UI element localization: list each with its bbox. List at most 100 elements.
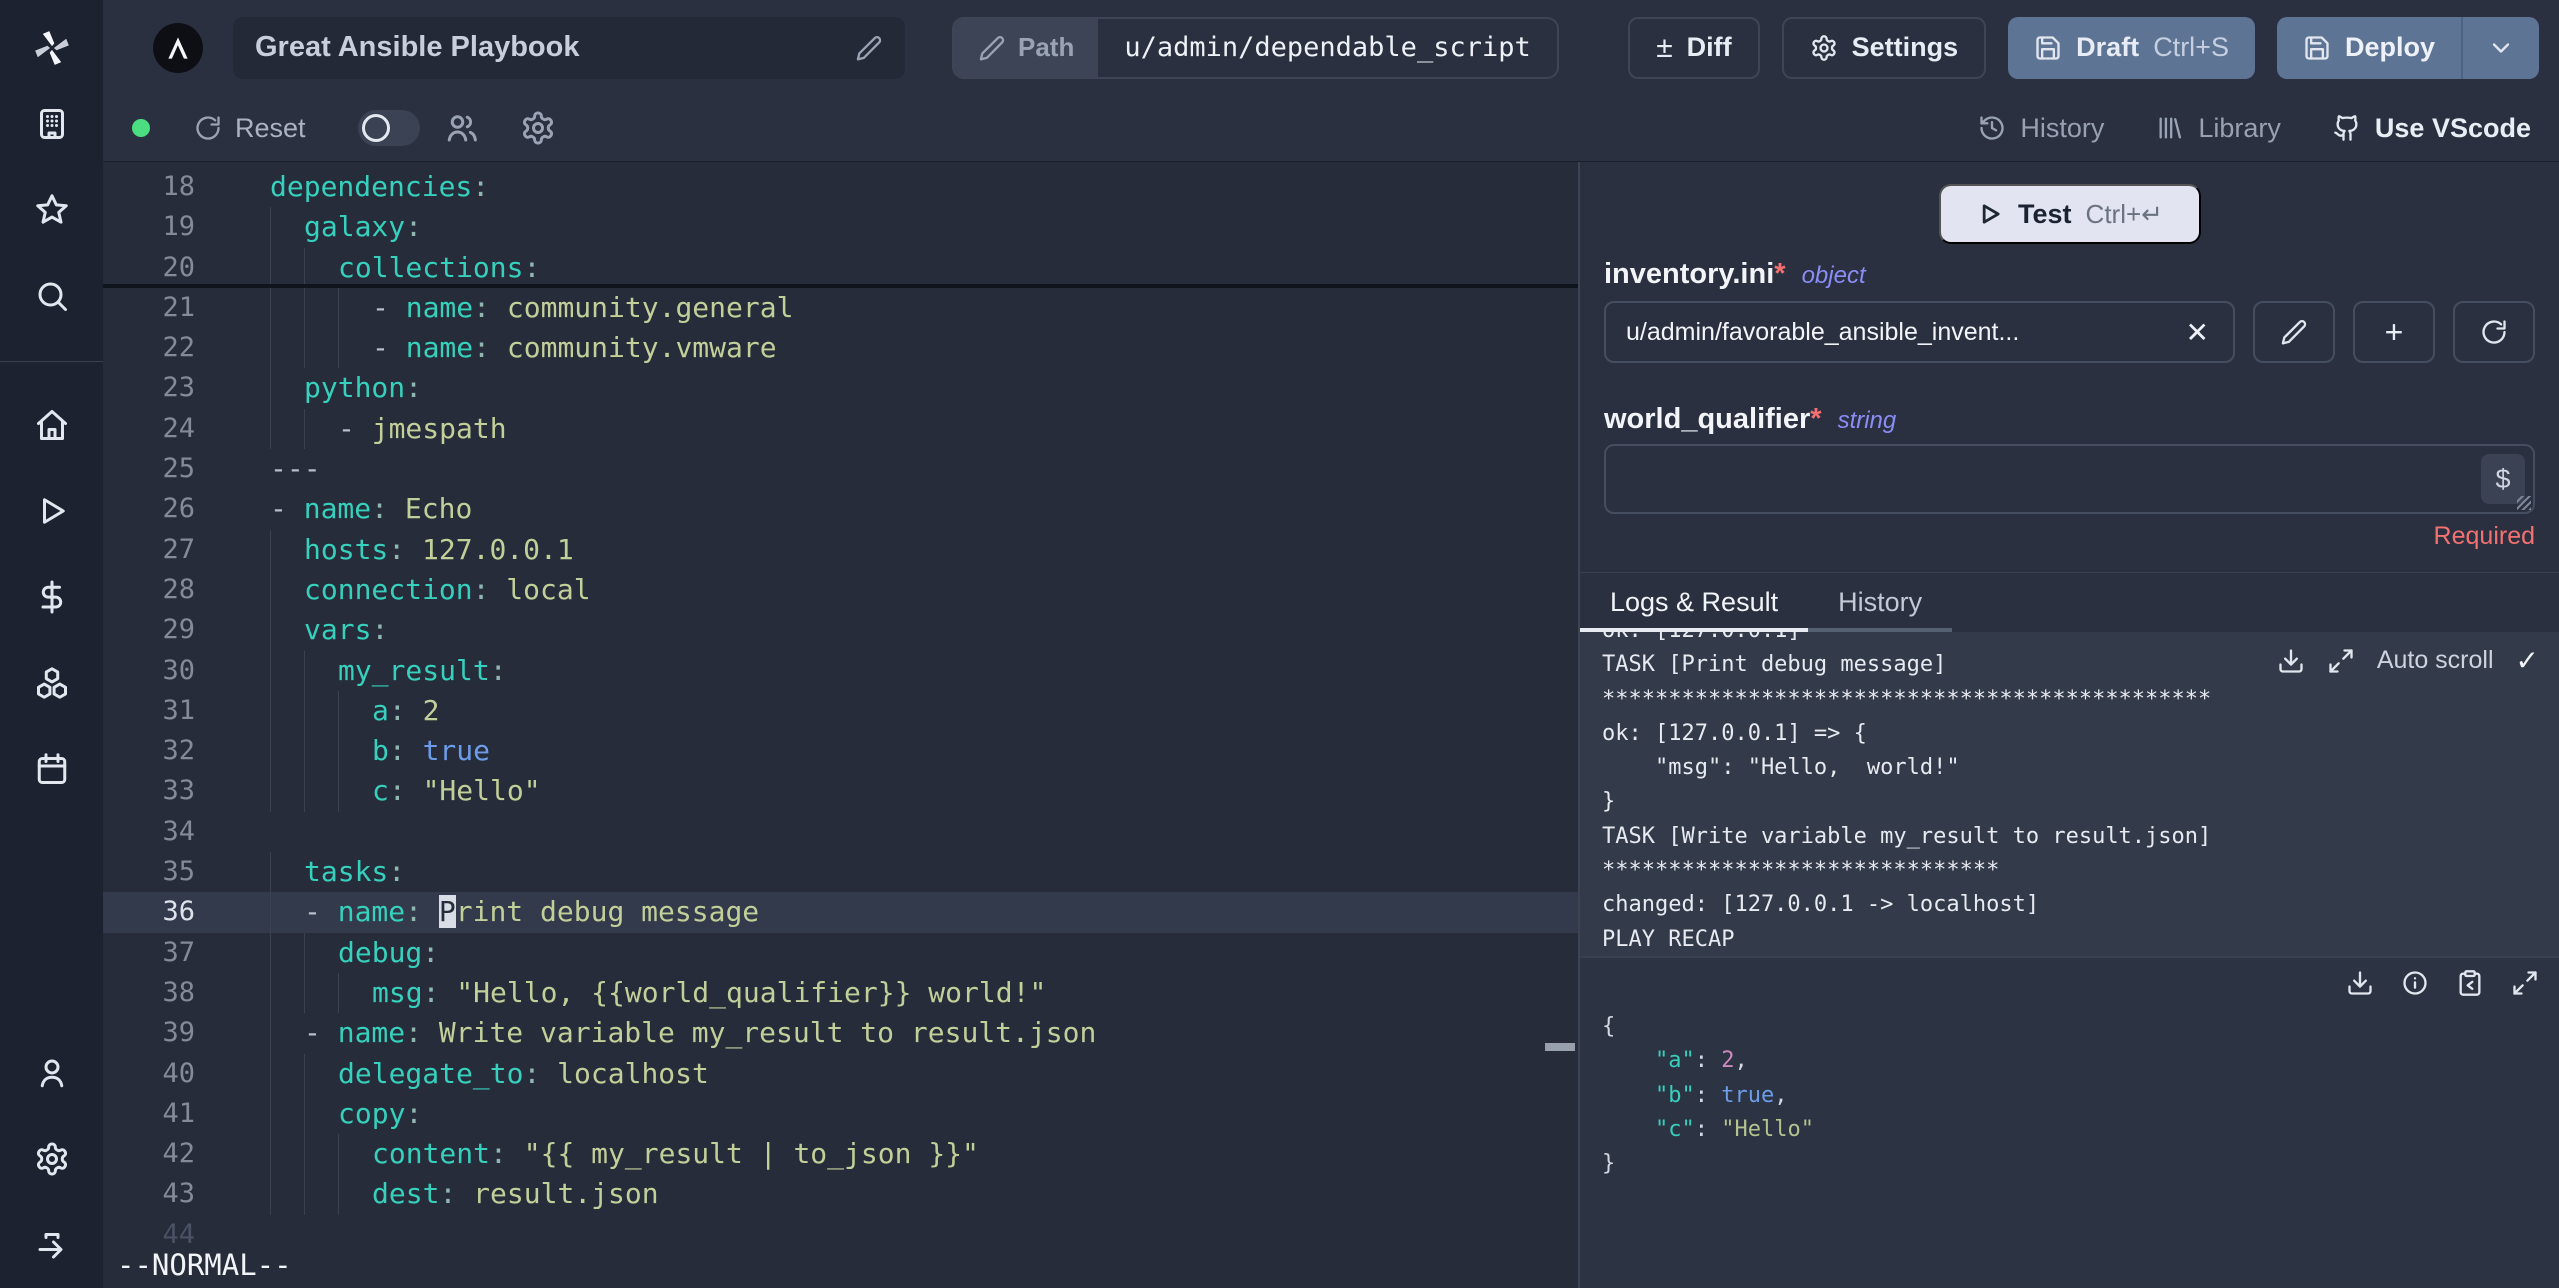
info-icon[interactable] (2401, 969, 2429, 997)
deploy-menu-button[interactable] (2463, 17, 2539, 79)
code-line[interactable]: 22- name: community.vmware (103, 328, 1578, 369)
world-qualifier-input-wrap: $ (1604, 444, 2535, 514)
required-asterisk: * (1774, 258, 1786, 290)
settings-button[interactable]: Settings (1781, 16, 1987, 79)
code-line[interactable]: 20 collections: (103, 247, 1578, 288)
code-line[interactable]: 23 python: (103, 368, 1578, 409)
sidebar-item-workspace[interactable] (0, 95, 103, 153)
pencil-icon (2281, 320, 2307, 345)
status-dot (132, 119, 150, 137)
line-number: 28 (162, 573, 195, 605)
code-line[interactable]: 33 c: "Hello" (103, 771, 1578, 812)
code-line[interactable]: 28 connection: local (103, 569, 1578, 611)
sidebar-item-home[interactable] (0, 396, 103, 454)
sidebar-item-settings[interactable] (0, 1130, 103, 1188)
sidebar-item-schedules[interactable] (0, 740, 103, 798)
expand-icon[interactable] (2511, 969, 2539, 997)
tab-logs-result[interactable]: Logs & Result (1580, 573, 1809, 632)
users-icon (447, 115, 477, 142)
test-button[interactable]: Test Ctrl+↵ (1938, 184, 2201, 244)
resize-grip[interactable] (2517, 496, 2531, 510)
line-number: 21 (162, 291, 195, 323)
line-number: 43 (162, 1178, 195, 1210)
library-button[interactable]: Library (2156, 113, 2281, 144)
diff-button[interactable]: ± Diff (1628, 16, 1760, 79)
check-icon[interactable]: ✓ (2516, 644, 2539, 677)
code-line[interactable]: 30 my_result: (103, 650, 1578, 691)
refresh-resource-button[interactable] (2453, 301, 2535, 363)
line-number: 34 (162, 815, 195, 847)
line-number: 39 (162, 1017, 195, 1049)
tab-history[interactable]: History (1808, 573, 1953, 632)
download-icon[interactable] (2277, 647, 2305, 675)
home-icon (36, 410, 67, 440)
clipboard-icon[interactable] (2456, 969, 2484, 997)
edit-inventory-button[interactable] (2253, 301, 2335, 363)
play-icon (1982, 204, 2000, 224)
log-line: TASK [Write variable my_result to result… (1602, 823, 2212, 849)
code-line[interactable]: 40 delegate_to: localhost (103, 1053, 1578, 1094)
multiplayer-button[interactable] (444, 110, 480, 146)
sidebar-item-variables[interactable] (0, 568, 103, 626)
history-button[interactable]: History (1978, 113, 2104, 144)
script-title-field[interactable]: Great Ansible Playbook (233, 16, 905, 79)
code-line[interactable]: 44 (103, 1215, 1578, 1255)
code-line[interactable]: 36- name: Print debug message (103, 892, 1578, 933)
code-line[interactable]: 42 content: "{{ my_result | to_json }}" (103, 1134, 1578, 1175)
code-line[interactable]: 35 tasks: (103, 852, 1578, 893)
code-line[interactable]: 19 galaxy: (103, 207, 1578, 248)
right-panel: Test Ctrl+↵ inventory.ini* object ✕ (1580, 162, 2559, 1288)
code-line[interactable]: 32 b: true (103, 731, 1578, 772)
code-line[interactable]: 21- name: community.general (103, 287, 1578, 329)
path-button[interactable]: Path u/admin/dependable_script (952, 16, 1559, 79)
code-line[interactable]: 43 dest: result.json (103, 1174, 1578, 1215)
reset-button[interactable]: Reset (194, 113, 306, 144)
line-number: 33 (162, 775, 195, 807)
code-line[interactable]: 41 copy: (103, 1093, 1578, 1135)
sidebar-item-account[interactable] (0, 1044, 103, 1102)
pencil-icon[interactable] (855, 34, 883, 62)
sidebar-item-logout[interactable] (0, 1216, 103, 1274)
code-line[interactable]: 29 vars: (103, 610, 1578, 651)
code-line[interactable]: 18 dependencies: (103, 167, 1578, 207)
code-line[interactable]: 31 a: 2 (103, 690, 1578, 732)
line-number: 27 (162, 533, 195, 565)
world-qualifier-input[interactable] (1606, 446, 2533, 512)
path-value: u/admin/dependable_script (1124, 32, 1531, 63)
result-output[interactable]: { "a": 2, "b": true, "c": "Hello"} (1580, 958, 2559, 1288)
use-vscode-button[interactable]: Use VScode (2333, 113, 2531, 144)
editor-settings-button[interactable] (520, 110, 556, 146)
history-icon (1980, 116, 2004, 140)
line-number: 29 (162, 614, 195, 646)
sidebar-item-runs[interactable] (0, 482, 103, 540)
code-line[interactable]: 37 debug: (103, 932, 1578, 973)
code-line[interactable]: 27 hosts: 127.0.0.1 (103, 529, 1578, 570)
code-line[interactable]: 38 msg: "Hello, {{world_qualifier}} world… (103, 972, 1578, 1014)
code-line[interactable]: 39- name: Write variable my_result to re… (103, 1013, 1578, 1054)
log-output[interactable]: ok: [127.0.0.1]TASK [Print debug message… (1580, 632, 2559, 956)
expand-icon[interactable] (2327, 647, 2355, 675)
draft-button[interactable]: Draft Ctrl+S (2008, 16, 2255, 79)
code-line[interactable]: 26- name: Echo (103, 489, 1578, 529)
deploy-split-button: Deploy (2276, 16, 2539, 79)
deploy-button[interactable]: Deploy (2277, 17, 2461, 79)
add-resource-button[interactable]: + (2353, 301, 2435, 363)
calendar-icon (37, 753, 66, 784)
code-line[interactable]: 25 --- (103, 449, 1578, 489)
diff-mode-toggle[interactable] (357, 110, 420, 146)
sidebar-item-search[interactable] (0, 267, 103, 325)
result-json-line: "c": "Hello" (1654, 1116, 1814, 1142)
overview-ruler-marker (1545, 1043, 1575, 1051)
download-icon[interactable] (2346, 969, 2374, 997)
clear-icon[interactable]: ✕ (2180, 316, 2215, 349)
code-editor[interactable]: 18 dependencies: 19 galaxy: 20 collections: 21… (103, 162, 1578, 1288)
line-number: 31 (162, 694, 195, 726)
code-line[interactable]: 34 (103, 812, 1578, 852)
line-number: 35 (162, 856, 195, 888)
sidebar-item-resources[interactable] (0, 654, 103, 712)
line-number: 37 (162, 936, 195, 968)
code-line[interactable]: 24- jmespath (103, 408, 1578, 450)
inventory-input[interactable] (1626, 317, 2180, 347)
windmill-logo[interactable] (29, 0, 75, 95)
sidebar-item-favorites[interactable] (0, 181, 103, 239)
